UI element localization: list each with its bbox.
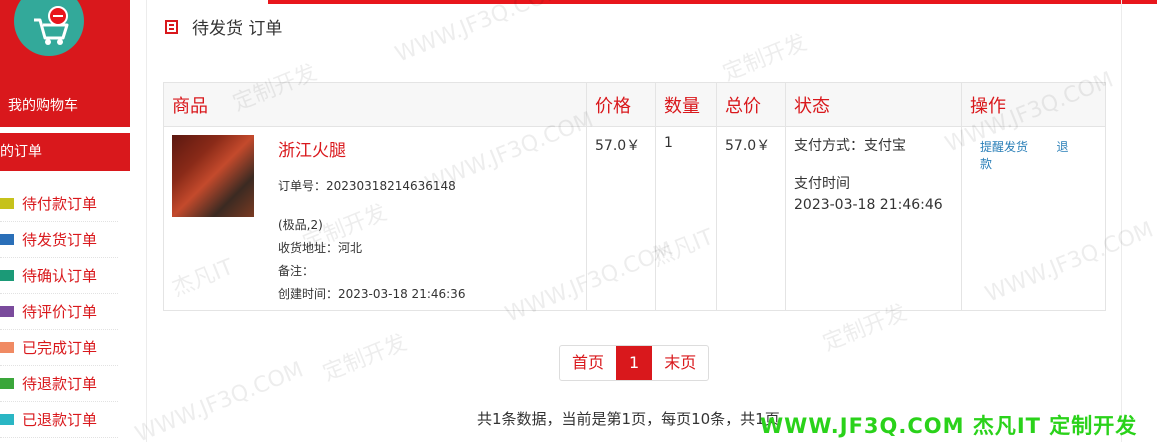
sidebar-item-label: 待退款订单 <box>22 375 98 393</box>
order-menu: 待付款订单 待发货订单 待确认订单 待评价订单 已完成订单 待退款订单 已退款订… <box>0 186 118 438</box>
sidebar-item-label: 待付款订单 <box>22 195 98 213</box>
status-cell: 支付方式：支付宝 支付时间 2023-03-18 21:46:46 <box>785 126 962 311</box>
col-total: 总价 <box>716 82 786 127</box>
sidebar-item-pending-confirm[interactable]: 待确认订单 <box>0 258 118 294</box>
qty-cell: 1 <box>655 126 717 311</box>
my-orders-header[interactable]: 的订单 <box>0 133 130 171</box>
product-thumbnail[interactable] <box>172 135 254 217</box>
sidebar-item-label: 待确认订单 <box>22 267 98 285</box>
payment-time-label: 支付时间 <box>794 176 850 192</box>
product-name-link[interactable]: 浙江火腿 <box>278 136 465 161</box>
order-remark: 备注： <box>278 264 315 278</box>
cart-icon <box>14 0 84 56</box>
sidebar-item-refunded[interactable]: 已退款订单 <box>0 402 118 438</box>
cart-label: 我的购物车 <box>8 98 78 114</box>
refund-icon <box>0 378 14 389</box>
last-page-button[interactable]: 末页 <box>652 346 708 380</box>
sidebar-item-pending-shipment[interactable]: 待发货订单 <box>0 222 118 258</box>
my-cart-panel[interactable]: 我的购物车 <box>0 0 130 127</box>
pagination: 首页 1 末页 <box>559 345 710 381</box>
card-icon <box>0 234 14 245</box>
pending-payment-icon <box>0 198 14 209</box>
col-price: 价格 <box>586 82 656 127</box>
table-row: 浙江火腿 订单号：20230318214636148 (极品,2) 收货地址：河… <box>163 126 1106 311</box>
payment-method: 支付方式：支付宝 <box>794 138 906 154</box>
sidebar-item-pending-payment[interactable]: 待付款订单 <box>0 186 118 222</box>
completed-icon <box>0 342 14 353</box>
sidebar: 我的购物车 的订单 待付款订单 待发货订单 待确认订单 待评价订单 已完成订单 … <box>0 0 130 442</box>
page-title: 待发货 订单 <box>165 14 282 39</box>
col-qty: 数量 <box>655 82 717 127</box>
sidebar-item-pending-review[interactable]: 待评价订单 <box>0 294 118 330</box>
col-status: 状态 <box>785 82 962 127</box>
pagination-summary: 共1条数据，当前是第1页，每页10条，共1页 <box>477 410 780 428</box>
cart-remove-badge-icon <box>48 6 68 26</box>
sidebar-item-pending-refund[interactable]: 待退款订单 <box>0 366 118 402</box>
current-page-button[interactable]: 1 <box>616 346 653 380</box>
refunded-icon <box>0 414 14 425</box>
sidebar-item-label: 待发货订单 <box>22 231 98 249</box>
check-icon <box>0 306 14 317</box>
created-time: 创建时间：2023-03-18 21:46:36 <box>278 287 466 301</box>
first-page-button[interactable]: 首页 <box>560 346 616 380</box>
payment-time: 2023-03-18 21:46:46 <box>794 197 943 213</box>
sidebar-item-label: 待评价订单 <box>22 303 98 321</box>
list-icon <box>165 19 178 34</box>
list-icon <box>0 270 14 281</box>
total-cell: 57.0￥ <box>716 126 786 311</box>
footer-watermark: WWW.JF3Q.COM 杰凡IT 定制开发 <box>760 414 1138 438</box>
page-title-text: 待发货 订单 <box>192 19 283 39</box>
sidebar-item-label: 已完成订单 <box>22 339 98 357</box>
sidebar-item-completed[interactable]: 已完成订单 <box>0 330 118 366</box>
sidebar-item-label: 已退款订单 <box>22 411 98 429</box>
